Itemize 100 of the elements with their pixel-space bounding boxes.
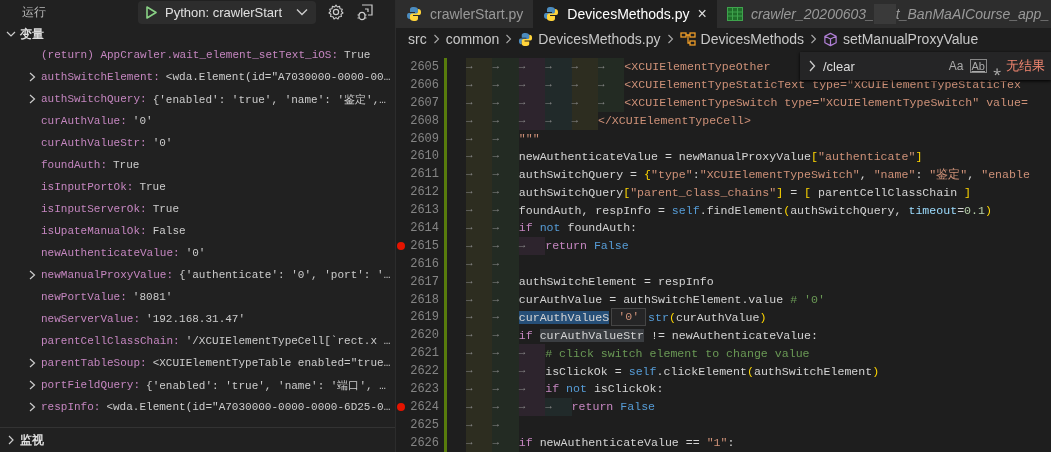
line-number: 2616 (409, 256, 439, 271)
chevron-icon (6, 29, 16, 39)
variable-value: True (344, 49, 371, 61)
variable-row[interactable]: newAuthenticateValue: '0' (0, 242, 395, 264)
code-line: if curAuthValueStr != newAuthenticateValue: (518, 328, 818, 342)
bug-window-icon[interactable] (356, 3, 374, 21)
indent-guide: → (518, 362, 546, 381)
variable-row[interactable]: respInfo: <wda.Element(id="A7030000-0000-0000-6D25-0… (0, 396, 395, 418)
variable-row[interactable]: newManualProxyValue: {'authenticate': '0', 'port': '… (0, 264, 395, 286)
variable-row[interactable]: newServerValue: '192.168.31.47' (0, 308, 395, 330)
find-option-toggle[interactable]: Aa (948, 59, 964, 73)
chevron-right-icon[interactable] (808, 60, 816, 72)
indent-guide: → (518, 236, 546, 255)
line-number: 2614 (409, 220, 439, 235)
indent-guide: → (466, 111, 493, 130)
indent-guide: → (492, 111, 519, 130)
indent-guide: → (518, 380, 546, 398)
line-number: 2617 (409, 274, 439, 289)
variable-row[interactable]: isInputServerOk: True (0, 198, 395, 220)
chevron-down-icon (296, 8, 308, 16)
indent-guide: → (466, 58, 493, 76)
indent-guide: → (466, 380, 493, 398)
variable-row[interactable]: curAuthValueStr: '0' (0, 132, 395, 154)
launch-config-dropdown[interactable]: Python: crawlerStart (138, 0, 316, 24)
code-line: return False (545, 239, 629, 253)
find-option-toggle[interactable]: Ab (969, 59, 987, 73)
breakpoint-icon[interactable] (397, 241, 405, 250)
variable-row[interactable]: (return) AppCrawler.wait_element_setText_iOS: True (0, 44, 395, 66)
indent-guide: → (466, 147, 493, 166)
indent-guide: → (492, 397, 519, 416)
variable-name: newAuthenticateValue: (41, 247, 180, 259)
indent-guide: → (492, 75, 519, 94)
play-icon (146, 5, 157, 19)
variable-row[interactable]: isInputPortOk: True (0, 176, 395, 198)
cube-icon (823, 31, 839, 47)
code-line: return False (571, 400, 656, 414)
variable-row[interactable]: parentCellClassChain: '/XCUIElementTypeCell[`rect.x … (0, 330, 395, 352)
breadcrumb-item[interactable]: setManualProxyValue (823, 31, 979, 47)
variable-row[interactable]: curAuthValue: '0' (0, 110, 395, 132)
indent-guide: → (518, 58, 546, 76)
breadcrumb-item[interactable]: DevicesMethods.py (518, 31, 661, 47)
variable-value: {'enabled': 'true', 'name': '端口', … (146, 378, 386, 393)
code-line: foundAuth, respInfo = self.findElement(authSwitchQuery, timeout=0.1) (518, 203, 992, 217)
section-header[interactable]: 监视 (0, 427, 395, 452)
breakpoint-icon[interactable] (397, 402, 405, 411)
indent-guide: → (492, 201, 519, 219)
settings-icon[interactable] (328, 4, 344, 20)
variable-value: '0' (185, 247, 206, 259)
line-number: 2624 (409, 399, 439, 414)
variable-name: isUpateManualOk: (41, 225, 147, 237)
indent-guide: → (466, 129, 493, 148)
indent-guide: → (466, 93, 493, 112)
code-line: <XCUIElementTypeSwitch type="XCUIElementTypeSwitch" value= (624, 96, 1028, 110)
indent-guide: → (492, 433, 519, 452)
variable-row[interactable]: newPortValue: '8081' (0, 286, 395, 308)
variable-row[interactable]: authSwitchElement: <wda.Element(id="A7030000-0000-00… (0, 66, 395, 88)
editor-tab[interactable]: crawler_20200603_ t_BanMaAICourse_app_ (716, 0, 1051, 28)
line-number: 2612 (409, 185, 439, 200)
variable-row[interactable]: parentTableSoup: <XCUIElementTypeTable enabled="true… (0, 352, 395, 374)
variable-row[interactable]: foundAuth: True (0, 154, 395, 176)
indent-guide: → (597, 58, 625, 76)
editor-tab[interactable]: DevicesMethods.py × (533, 0, 717, 28)
line-number: 2618 (409, 292, 439, 307)
indent-guide: → (492, 236, 519, 255)
variable-value: '/XCUIElementTypeCell[`rect.x … (185, 335, 391, 347)
chevron-right-icon (432, 34, 440, 44)
indent-guide: → (492, 165, 519, 184)
variable-value: '0' (132, 115, 153, 127)
variable-name: (return) AppCrawler.wait_element_setText_iOS: (41, 49, 339, 61)
indent-guide: → (466, 75, 493, 94)
variable-row[interactable]: authSwitchQuery: {'enabled': 'true', 'name': '鉴定',… (0, 88, 395, 110)
line-number: 2609 (409, 131, 439, 146)
variable-value: False (152, 225, 186, 237)
spreadsheet-icon (726, 7, 743, 21)
find-input-field[interactable]: /clear Aa Ab ⁎ (821, 54, 1001, 78)
variable-name: foundAuth: (41, 159, 107, 171)
section-header[interactable]: 变量 (0, 24, 395, 44)
hover-tooltip: '0' (611, 308, 647, 327)
variable-value: '8081' (132, 291, 173, 303)
indent-guide: → (466, 236, 493, 255)
breadcrumb-item[interactable]: common (445, 31, 500, 47)
indent-guide: → (492, 344, 519, 363)
tab-label: crawler_20200603_ (750, 6, 874, 22)
find-option-toggle[interactable]: ⁎ (993, 56, 1001, 76)
close-button[interactable]: × (697, 5, 707, 23)
indent-guide: → (492, 183, 519, 202)
variable-row[interactable]: portFieldQuery: {'enabled': 'true', 'name': '端口', … (0, 374, 395, 396)
breadcrumb-item[interactable]: src (408, 31, 427, 47)
variable-name: parentCellClassChain: (41, 335, 180, 347)
variable-name: isInputPortOk: (41, 181, 134, 193)
variable-value: <wda.Element(id="A7030000-0000-00… (165, 71, 391, 83)
indent-guide: → (492, 415, 519, 434)
breadcrumb-item[interactable]: DevicesMethods (679, 31, 805, 47)
indent-guide: → (466, 165, 493, 184)
indent-guide: → (597, 93, 625, 112)
variable-row[interactable]: isUpateManualOk: False (0, 220, 395, 242)
variable-name: curAuthValueStr: (41, 137, 147, 149)
indent-guide: → (492, 58, 519, 76)
line-number: 2625 (409, 417, 439, 432)
editor-tab[interactable]: crawlerStart.py (396, 0, 534, 28)
